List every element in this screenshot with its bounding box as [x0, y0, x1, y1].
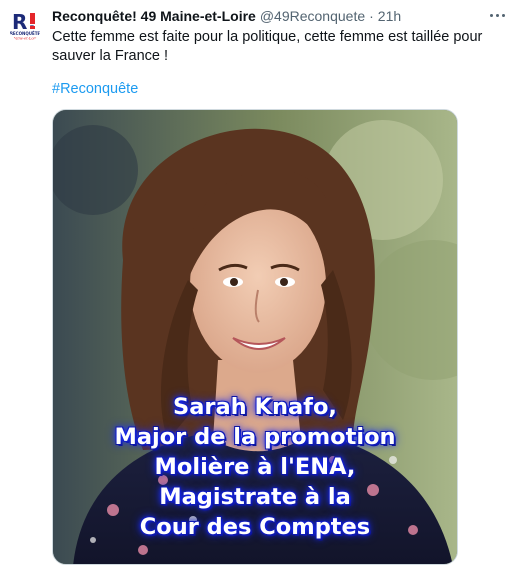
hashtag-link[interactable]: #Reconquête	[52, 81, 138, 97]
tweet-header: Reconquête! 49 Maine-et-Loire @49Reconqu…	[52, 6, 480, 26]
caption-line: Major de la promotion	[114, 424, 396, 450]
author-handle[interactable]: @49Reconquete	[260, 8, 365, 24]
tweet-media-image[interactable]: Sarah Knafo, Major de la promotion Moliè…	[52, 109, 458, 565]
tweet[interactable]: R! RECONQUÊTE Maine-et-Loire Reconquête!…	[0, 0, 520, 574]
media-caption: Sarah Knafo, Major de la promotion Moliè…	[53, 392, 457, 542]
reconquete-logo: R! RECONQUÊTE Maine-et-Loire	[8, 8, 42, 42]
caption-line: Molière à l'ENA,	[154, 454, 356, 480]
caption-line: Cour des Comptes	[139, 514, 371, 540]
logo-subline: Maine-et-Loire	[11, 37, 39, 41]
logo-wordmark: RECONQUÊTE	[10, 31, 41, 36]
more-options-button[interactable]	[486, 6, 508, 24]
author-name[interactable]: Reconquête! 49 Maine-et-Loire	[52, 8, 256, 24]
tweet-text: Cette femme est faite pour la politique,…	[52, 29, 483, 64]
caption-line: Magistrate à la	[159, 484, 351, 510]
caption-line: Sarah Knafo,	[173, 394, 337, 420]
header-separator: ·	[369, 8, 374, 24]
tweet-timestamp[interactable]: 21h	[378, 8, 401, 24]
more-horizontal-icon	[488, 13, 506, 17]
author-avatar[interactable]: R! RECONQUÊTE Maine-et-Loire	[8, 8, 42, 42]
